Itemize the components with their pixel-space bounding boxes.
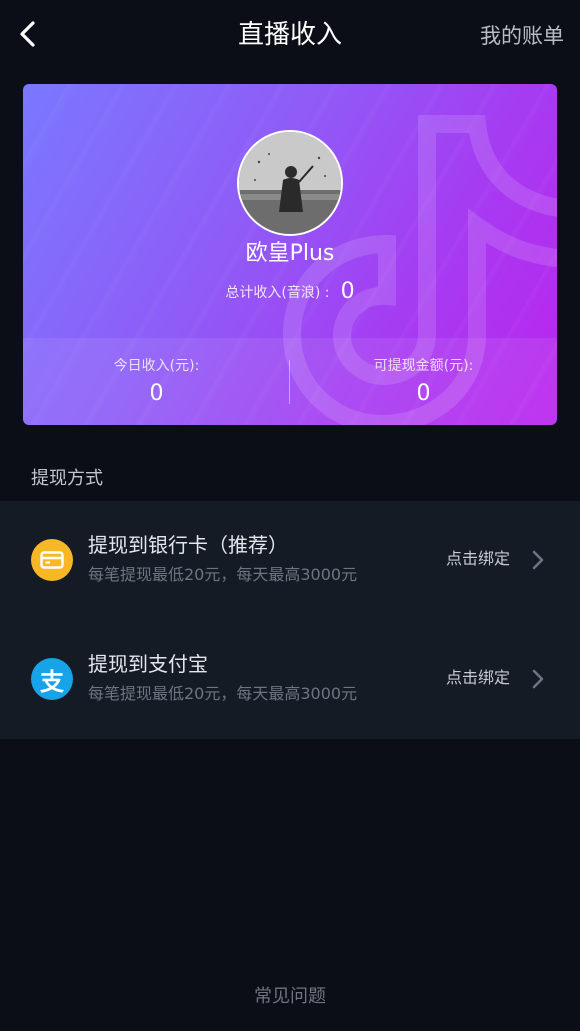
income-stats: 今日收入(元): 0 可提现金额(元): 0 [23, 338, 557, 425]
chevron-right-icon [532, 669, 544, 689]
alipay-icon: 支 [31, 658, 73, 700]
bank-card-bind-link[interactable]: 点击绑定 [446, 547, 510, 571]
bank-card-icon [31, 539, 73, 581]
nickname: 欧皇Plus [245, 241, 335, 266]
faq-link[interactable]: 常见问题 [0, 984, 580, 1010]
income-card: 欧皇Plus 总计收入(音浪) : 0 今日收入(元): 0 可提现金额(元):… [23, 84, 557, 425]
alipay-title: 提现到支付宝 [88, 652, 208, 676]
live-income-page: 直播收入 我的账单 欧皇Plus 总计收入(音浪): 0 今日收入(元): 0… [0, 0, 580, 1031]
bank-card-subtitle: 每笔提现最低20元，每天最高3000元 [88, 565, 358, 584]
withdraw-methods: 提现到银行卡（推荐） 每笔提现最低20元，每天最高3000元 点击绑定 支 提现… [0, 501, 580, 739]
total-income-row: 总计收入(音浪) : 0 [23, 279, 557, 304]
withdrawable-stat: 可提现金额(元): 0 [290, 338, 557, 425]
total-income-value: 0 [340, 279, 355, 304]
my-bill-link[interactable]: 我的账单 [480, 20, 564, 52]
bank-card-title: 提现到银行卡（推荐） [88, 533, 288, 557]
withdraw-bank-card-item[interactable]: 提现到银行卡（推荐） 每笔提现最低20元，每天最高3000元 点击绑定 [0, 501, 580, 620]
chevron-right-icon [532, 550, 544, 570]
total-income-label: 总计收入(音浪) : [225, 284, 330, 301]
withdrawable-value: 0 [416, 381, 431, 406]
today-income-stat: 今日收入(元): 0 [23, 338, 290, 425]
avatar-image [239, 132, 341, 234]
today-income-value: 0 [149, 381, 164, 406]
withdraw-section-title: 提现方式 [31, 468, 103, 489]
alipay-subtitle: 每笔提现最低20元，每天最高3000元 [88, 684, 358, 703]
withdraw-alipay-item[interactable]: 支 提现到支付宝 每笔提现最低20元，每天最高3000元 点击绑定 [0, 620, 580, 739]
avatar[interactable] [237, 130, 343, 236]
today-income-label: 今日收入(元): [113, 358, 200, 374]
withdrawable-label: 可提现金额(元): [373, 358, 474, 374]
header-bar: 直播收入 我的账单 [0, 0, 580, 72]
alipay-bind-link[interactable]: 点击绑定 [446, 666, 510, 690]
